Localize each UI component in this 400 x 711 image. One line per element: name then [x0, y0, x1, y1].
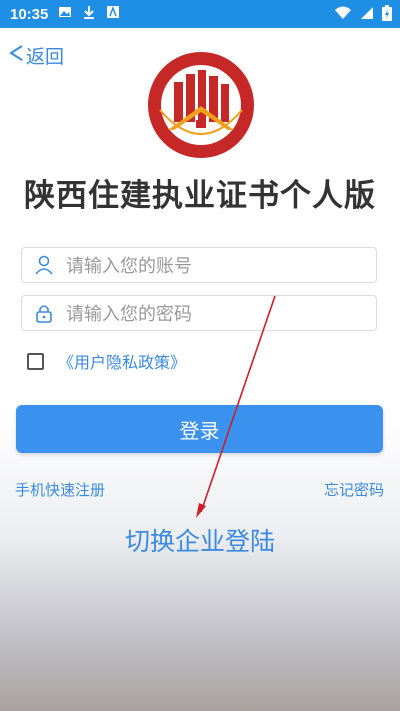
status-bar: 10:35 — [0, 0, 400, 28]
wifi-icon — [334, 6, 352, 24]
signal-icon — [360, 6, 374, 24]
status-time: 10:35 — [10, 5, 49, 23]
password-input[interactable]: 请输入您的密码 — [21, 295, 377, 331]
password-placeholder: 请输入您的密码 — [66, 304, 192, 325]
image-icon — [58, 5, 72, 23]
app-logo — [146, 50, 256, 160]
privacy-policy-link[interactable]: 《用户隐私政策》 — [58, 349, 186, 373]
background-city-image — [0, 420, 400, 711]
privacy-row: 《用户隐私政策》 — [27, 349, 186, 373]
account-placeholder: 请输入您的账号 — [66, 256, 192, 277]
account-input[interactable]: 请输入您的账号 — [21, 247, 377, 283]
phone-register-link[interactable]: 手机快速注册 — [15, 479, 105, 500]
page-title: 陕西住建执业证书个人版 — [24, 178, 376, 214]
switch-enterprise-login-link[interactable]: 切换企业登陆 — [0, 522, 400, 558]
chevron-left-icon — [8, 43, 24, 68]
privacy-checkbox[interactable] — [27, 352, 44, 370]
back-button[interactable]: 返回 — [8, 42, 64, 69]
user-icon — [22, 255, 66, 275]
app-notification-icon — [106, 5, 120, 23]
download-icon — [82, 5, 96, 23]
login-button[interactable]: 登录 — [16, 405, 383, 453]
back-label: 返回 — [26, 46, 65, 68]
forgot-password-link[interactable]: 忘记密码 — [324, 479, 384, 500]
lock-icon — [22, 303, 66, 323]
battery-icon — [382, 5, 392, 25]
